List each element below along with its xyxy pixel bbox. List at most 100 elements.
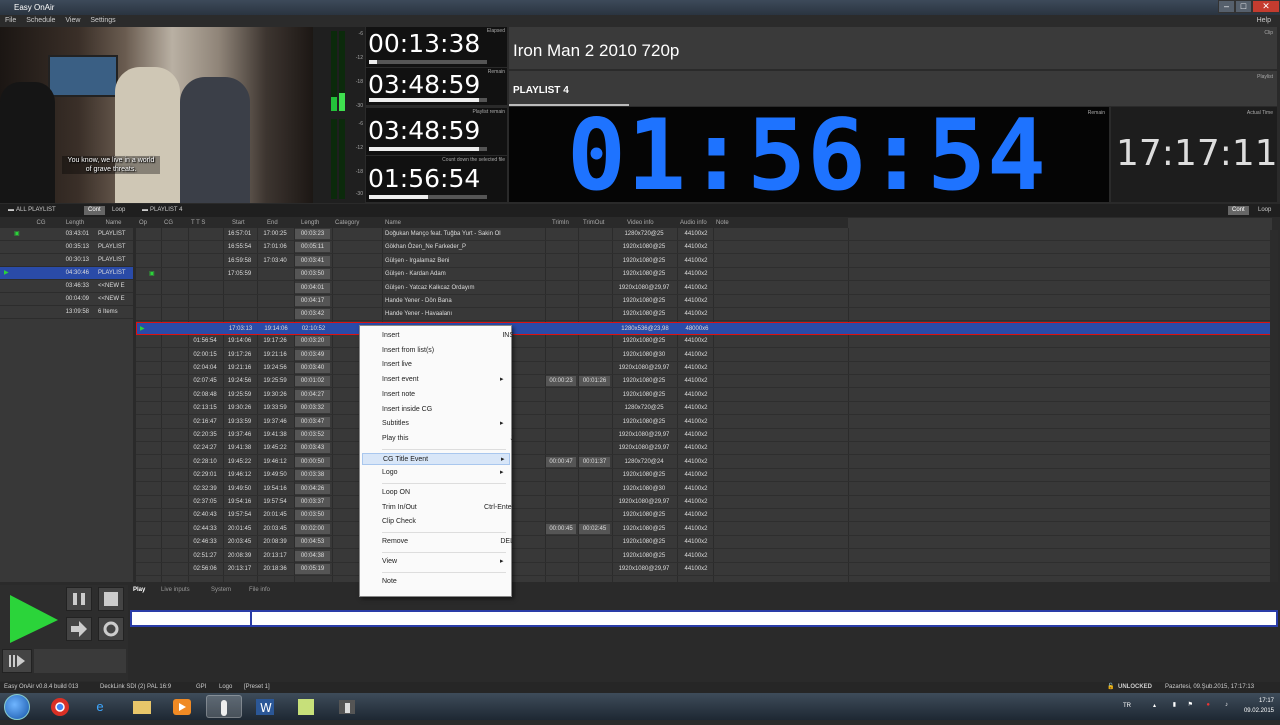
column-header[interactable]: Note xyxy=(713,218,848,228)
playlist-row[interactable]: 02:56:06 20:13:17 20:18:36 00:05:19 1920x108… xyxy=(136,563,1272,576)
playlist-row[interactable]: 02:37:05 19:54:16 19:57:54 00:03:37 1920x108… xyxy=(136,496,1272,509)
menu-file[interactable]: File xyxy=(5,17,16,24)
tab-file-info[interactable]: File info xyxy=(249,585,270,596)
playlist-list-row[interactable]: ▶ 04:30:46 PLAYLIST xyxy=(0,267,133,280)
playlist-row[interactable]: 02:24:27 19:41:38 19:45:22 00:03:43 1920x108… xyxy=(136,442,1272,456)
column-header[interactable]: Length xyxy=(294,218,332,228)
column-header[interactable]: CG xyxy=(26,218,56,228)
column-header[interactable]: TrimIn xyxy=(545,218,578,228)
context-menu-item[interactable]: Loop ON xyxy=(382,487,410,499)
loop-toggle-right[interactable]: Loop xyxy=(1254,206,1275,215)
context-menu-item[interactable]: Logo ▸ xyxy=(382,467,504,479)
context-menu-item[interactable]: Subtitles ▸ xyxy=(382,418,504,430)
playlist-list-row[interactable]: 13:09:58 6 Items xyxy=(0,306,133,319)
cont-toggle-right[interactable]: Cont xyxy=(1228,206,1249,215)
playlist-row[interactable]: 00:04:01 Gülşen - Yatcaz Kalkcaz Ordayım 1… xyxy=(136,282,1272,295)
column-header[interactable]: T T S xyxy=(188,218,223,228)
column-header[interactable]: Length xyxy=(56,218,94,228)
loop-button[interactable] xyxy=(98,617,124,641)
playlist-scrollbar[interactable] xyxy=(1270,230,1278,582)
maximize-button[interactable]: □ xyxy=(1235,0,1252,13)
playlist-row[interactable]: 02:46:33 20:03:45 20:08:39 00:04:53 1920x108… xyxy=(136,536,1272,550)
playlist-list-row[interactable]: 03:46:33 <<NEW E xyxy=(0,280,133,293)
next-button[interactable] xyxy=(66,617,92,641)
menu-schedule[interactable]: Schedule xyxy=(26,17,55,24)
context-menu-item[interactable]: Insert from list(s) xyxy=(382,345,434,357)
playlist-list-row[interactable]: 00:30:13 PLAYLIST xyxy=(0,254,133,267)
clock-date[interactable]: 09.02.2015 xyxy=(1234,706,1274,716)
app-icon[interactable] xyxy=(329,695,365,718)
context-menu-item[interactable]: View ▸ xyxy=(382,556,504,568)
playlist-row[interactable]: ▶ 17:03:13 19:14:06 02:10:52 1280x536@23,98 4… xyxy=(136,321,1272,335)
playlist-row[interactable]: 02:44:33 20:01:45 20:03:45 00:02:00 00:00:45… xyxy=(136,523,1272,536)
column-header[interactable]: Category xyxy=(332,218,382,228)
menu-settings[interactable]: Settings xyxy=(90,17,115,24)
playlist-list-row[interactable]: 00:35:13 PLAYLIST xyxy=(0,241,133,254)
menu-help[interactable]: Help xyxy=(1257,15,1271,27)
folder-icon[interactable] xyxy=(124,695,160,718)
playlist-row[interactable]: 01:56:54 19:14:06 19:17:26 00:03:20 1920x108… xyxy=(136,335,1272,349)
tray-volume-icon[interactable]: ♪ xyxy=(1225,700,1228,710)
column-header[interactable]: Name xyxy=(382,218,545,228)
column-header[interactable]: Op xyxy=(136,218,161,228)
playlist-row[interactable]: 02:00:15 19:17:26 19:21:16 00:03:49 1920x108… xyxy=(136,349,1272,362)
column-header[interactable]: CG xyxy=(161,218,188,228)
easy-onair-icon[interactable] xyxy=(206,695,242,718)
playlist-row[interactable]: 16:59:58 17:03:40 00:03:41 Gülşen - Irgalam… xyxy=(136,255,1272,268)
playlist-row[interactable]: 00:03:42 Hande Yener - Havaalanı 1920x1080… xyxy=(136,308,1272,322)
playlist-row[interactable]: 02:28:10 19:45:22 19:46:12 00:00:50 00:00:47… xyxy=(136,456,1272,469)
chrome-icon[interactable] xyxy=(42,695,78,718)
context-menu-item[interactable]: Insert event ▸ xyxy=(382,374,504,386)
tab-all-playlist[interactable]: ALL PLAYLIST xyxy=(12,206,60,215)
playlist-list-row[interactable]: 00:04:09 <<NEW E xyxy=(0,293,133,306)
timeline-marker[interactable] xyxy=(250,612,252,625)
playlist-list-row[interactable]: ▣ 03:43:01 PLAYLIST xyxy=(0,228,133,241)
cont-toggle-left[interactable]: Cont xyxy=(84,206,105,215)
playlist-row[interactable]: 02:51:27 20:08:39 20:13:17 00:04:38 1920x108… xyxy=(136,550,1272,563)
tab-play[interactable]: Play xyxy=(133,585,145,596)
tray-antivirus-icon[interactable]: ● xyxy=(1206,700,1210,710)
playlist-row[interactable]: 02:32:39 19:49:50 19:54:16 00:04:26 1920x108… xyxy=(136,483,1272,496)
context-menu-item[interactable]: Play this J xyxy=(382,433,514,445)
playlist-row[interactable]: 02:13:15 19:30:26 19:33:59 00:03:32 1280x720… xyxy=(136,402,1272,416)
playlist-row[interactable]: 02:04:04 19:21:16 19:24:56 00:03:40 1920x108… xyxy=(136,362,1272,375)
playlist-row[interactable]: 02:08:48 19:25:59 19:30:26 00:04:27 1920x108… xyxy=(136,389,1272,402)
tab-playlist-4[interactable]: PLAYLIST 4 xyxy=(146,206,186,215)
status-lock[interactable]: UNLOCKED xyxy=(1118,682,1152,693)
step-play-button[interactable] xyxy=(2,649,32,673)
context-menu-item[interactable]: Insert note xyxy=(382,389,415,401)
tray-network-icon[interactable]: ▮ xyxy=(1173,700,1176,710)
close-button[interactable]: ✕ xyxy=(1252,0,1280,13)
playlist-row[interactable]: 00:04:17 Hande Yener - Dön Bana 1920x1080@… xyxy=(136,295,1272,308)
loop-toggle-left[interactable]: Loop xyxy=(108,206,129,215)
playlist-row[interactable]: 02:07:45 19:24:56 19:25:59 00:01:02 00:00:23… xyxy=(136,375,1272,389)
tray-up-arrow-icon[interactable]: ▴ xyxy=(1153,701,1156,711)
pause-button[interactable] xyxy=(66,587,92,611)
column-header[interactable]: Name xyxy=(94,218,133,228)
play-button[interactable] xyxy=(6,591,60,645)
column-header[interactable]: Video info xyxy=(612,218,677,228)
column-header[interactable]: Start xyxy=(223,218,257,228)
start-button[interactable] xyxy=(4,694,30,720)
menu-view[interactable]: View xyxy=(65,17,80,24)
playlist-row[interactable]: 02:20:35 19:37:46 19:41:38 00:03:52 1920x108… xyxy=(136,429,1272,442)
clock-time[interactable]: 17:17 xyxy=(1234,696,1274,706)
playlist-row[interactable]: 16:57:01 17:00:25 00:03:23 Doğukan Manço fe… xyxy=(136,228,1272,241)
word-icon[interactable]: W xyxy=(247,695,283,718)
notes-icon[interactable] xyxy=(288,695,324,718)
context-menu-item[interactable]: CG Title Event ▸ xyxy=(362,452,510,465)
context-menu-item[interactable]: Trim In/Out Ctrl-Enter xyxy=(382,502,514,514)
context-menu-item[interactable]: Insert inside CG xyxy=(382,404,432,416)
column-header[interactable]: TrimOut xyxy=(578,218,612,228)
tray-flag-icon[interactable]: ⚑ xyxy=(1188,700,1193,710)
stop-button[interactable] xyxy=(98,587,124,611)
playlist-row[interactable]: ▣ 17:05:59 00:03:50 Gülşen - Kardan Adam 192… xyxy=(136,268,1272,282)
column-header[interactable]: End xyxy=(257,218,294,228)
playlist-row[interactable]: 02:29:01 19:46:12 19:49:50 00:03:38 1920x108… xyxy=(136,469,1272,483)
minimize-button[interactable]: – xyxy=(1218,0,1235,13)
playlist-row[interactable]: 02:40:43 19:57:54 20:01:45 00:03:50 1920x108… xyxy=(136,509,1272,523)
media-player-icon[interactable] xyxy=(164,695,200,718)
language-indicator[interactable]: TR xyxy=(1117,701,1131,711)
column-header[interactable]: Audio info xyxy=(677,218,713,228)
tab-live-inputs[interactable]: Live inputs xyxy=(161,585,190,596)
